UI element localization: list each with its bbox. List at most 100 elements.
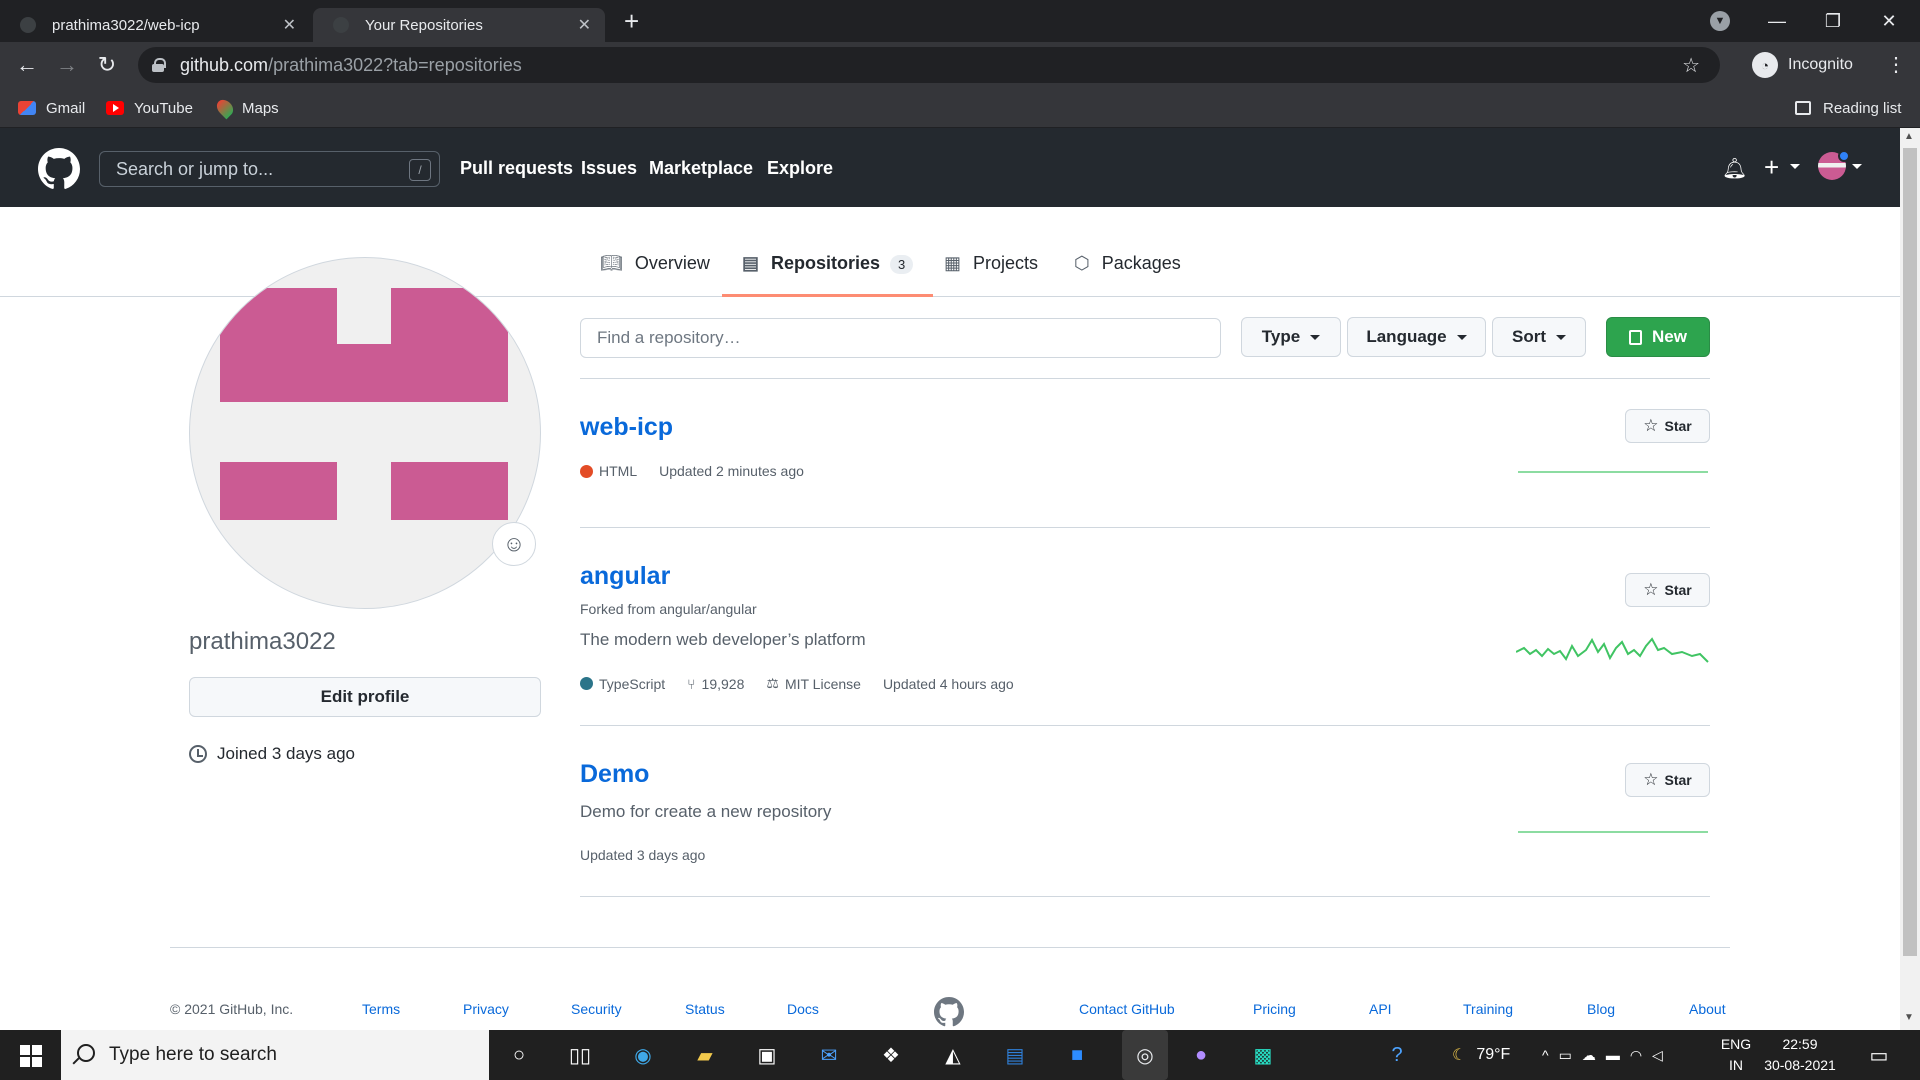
tab-projects[interactable]: ▦ Projects	[944, 253, 1038, 297]
tab-search-icon[interactable]: ▼	[1710, 11, 1730, 31]
footer-link-privacy[interactable]: Privacy	[463, 1001, 509, 1017]
star-button[interactable]: ☆ Star	[1625, 409, 1710, 443]
find-repository-input[interactable]	[580, 318, 1221, 358]
tab-overview[interactable]: 📖︎ Overview	[600, 253, 710, 297]
mail-icon[interactable]: ✉	[812, 1038, 846, 1072]
help-icon[interactable]: ?	[1380, 1038, 1414, 1072]
clock-time: 22:59	[1782, 1036, 1818, 1052]
battery-icon[interactable]: ▬	[1606, 1047, 1630, 1063]
license-label: MIT License	[784, 675, 861, 692]
windows-start-icon[interactable]	[20, 1045, 42, 1067]
outlook-icon[interactable]: ▤	[998, 1038, 1032, 1072]
meet-icon[interactable]: ▭	[1559, 1047, 1582, 1064]
minimize-icon[interactable]: —	[1750, 0, 1804, 42]
bookmark-youtube[interactable]: YouTube	[106, 96, 193, 120]
webstorm-icon[interactable]: ▩	[1246, 1038, 1280, 1072]
star-label: Star	[1664, 772, 1692, 788]
divider	[580, 896, 1710, 897]
close-window-icon[interactable]: ✕	[1862, 0, 1916, 42]
cortana-icon[interactable]: ○	[502, 1038, 536, 1072]
footer-link-security[interactable]: Security	[571, 1001, 622, 1017]
scrollbar-thumb[interactable]	[1903, 148, 1917, 956]
repo-name-link[interactable]: Demo	[580, 760, 649, 789]
repo-name-link[interactable]: web-icp	[580, 413, 673, 442]
github-desktop-icon[interactable]: ●	[1184, 1038, 1218, 1072]
reading-list-button[interactable]: Reading list	[1795, 96, 1901, 120]
task-view-icon[interactable]: ▯▯	[563, 1038, 597, 1072]
notifications-bell-icon[interactable]: 🔔︎	[1722, 156, 1747, 181]
file-explorer-icon[interactable]: ▰	[688, 1038, 722, 1072]
notifications-icon[interactable]: ▭	[1862, 1038, 1896, 1072]
footer-link-status[interactable]: Status	[685, 1001, 725, 1017]
profile-avatar[interactable]	[189, 257, 541, 609]
clock-icon	[189, 745, 207, 763]
nav-issues[interactable]: Issues	[581, 158, 637, 179]
forward-icon[interactable]: →	[53, 51, 81, 79]
github-logo-icon[interactable]	[934, 997, 964, 1027]
bookmark-maps[interactable]: Maps	[213, 96, 279, 120]
repo-forks[interactable]: ⑂ 19,928	[687, 676, 744, 692]
address-bar[interactable]: github.com/prathima3022?tab=repositories…	[138, 47, 1720, 83]
tab-packages[interactable]: ⬡ Packages	[1074, 253, 1181, 297]
scroll-down-arrow-icon[interactable]: ▼	[1904, 1012, 1914, 1023]
sort-filter-dropdown[interactable]: Sort	[1492, 317, 1586, 357]
footer-link-terms[interactable]: Terms	[362, 1001, 400, 1017]
filter-label: Language	[1366, 327, 1447, 346]
taskbar-clock[interactable]: 22:59 30-08-2021	[1760, 1034, 1840, 1076]
browser-tab-web-icp[interactable]: prathima3022/web-icp ✕	[0, 8, 310, 42]
browser-tab-your-repositories[interactable]: Your Repositories ✕	[313, 8, 605, 42]
new-tab-button[interactable]: +	[624, 8, 639, 34]
footer-link-about[interactable]: About	[1689, 1001, 1726, 1017]
scroll-up-arrow-icon[interactable]: ▲	[1904, 131, 1914, 142]
create-new-icon[interactable]: +	[1764, 152, 1779, 183]
footer-link-docs[interactable]: Docs	[787, 1001, 819, 1017]
type-filter-dropdown[interactable]: Type	[1241, 317, 1341, 357]
close-tab-icon[interactable]: ✕	[283, 15, 296, 35]
zoom-icon[interactable]: ■	[1060, 1038, 1094, 1072]
github-search-input[interactable]: Search or jump to... /	[99, 151, 440, 187]
back-icon[interactable]: ←	[13, 51, 41, 79]
star-button[interactable]: ☆ Star	[1625, 763, 1710, 797]
wifi-icon[interactable]: ◠	[1630, 1047, 1652, 1064]
browser-menu-icon[interactable]: ⋮	[1886, 52, 1906, 77]
bookmark-star-icon[interactable]: ☆	[1682, 53, 1700, 78]
volume-icon[interactable]: ◁	[1652, 1047, 1673, 1064]
chrome-icon[interactable]: ◎	[1122, 1030, 1168, 1080]
store-icon[interactable]: ▣	[750, 1038, 784, 1072]
star-button[interactable]: ☆ Star	[1625, 573, 1710, 607]
footer-link-api[interactable]: API	[1369, 1001, 1392, 1017]
footer-link-training[interactable]: Training	[1463, 1001, 1513, 1017]
github-logo-icon[interactable]	[38, 148, 80, 190]
restore-icon[interactable]: ❐	[1806, 0, 1860, 42]
nav-marketplace[interactable]: Marketplace	[649, 158, 753, 179]
maps-icon	[213, 96, 237, 120]
repo-icon	[1629, 329, 1643, 345]
repo-name-link[interactable]: angular	[580, 562, 670, 591]
incognito-profile-button[interactable]: ◔ Incognito	[1752, 50, 1853, 80]
app-icon[interactable]: ◭	[936, 1038, 970, 1072]
new-repository-button[interactable]: New	[1606, 317, 1710, 357]
footer-link-pricing[interactable]: Pricing	[1253, 1001, 1296, 1017]
weather-widget[interactable]: ☾ 79°F	[1452, 1030, 1510, 1080]
dropbox-icon[interactable]: ❖	[874, 1038, 908, 1072]
close-tab-icon[interactable]: ✕	[578, 15, 591, 35]
repo-forked-from: Forked from angular/angular	[580, 601, 757, 617]
tab-repositories[interactable]: ▤ Repositories 3	[722, 253, 934, 297]
nav-pull-requests[interactable]: Pull requests	[460, 158, 573, 179]
nav-explore[interactable]: Explore	[767, 158, 833, 179]
bookmark-gmail[interactable]: Gmail	[18, 96, 85, 120]
lock-icon[interactable]	[152, 58, 166, 72]
language-filter-dropdown[interactable]: Language	[1347, 317, 1486, 357]
set-status-smiley-icon[interactable]: ☺	[492, 522, 536, 566]
system-tray-icons[interactable]: ^ ▭ ☁ ▬ ◠ ◁	[1542, 1030, 1673, 1080]
footer-link-contact[interactable]: Contact GitHub	[1079, 1001, 1175, 1017]
taskbar-search-box[interactable]: Type here to search	[61, 1030, 489, 1080]
edit-profile-button[interactable]: Edit profile	[189, 677, 541, 717]
tab-label: Packages	[1101, 253, 1181, 273]
footer-link-blog[interactable]: Blog	[1587, 1001, 1615, 1017]
edge-icon[interactable]: ◉	[626, 1038, 660, 1072]
reload-icon[interactable]: ↻	[93, 51, 121, 79]
onedrive-cloud-icon[interactable]: ☁	[1582, 1047, 1606, 1064]
chevron-up-icon[interactable]: ^	[1542, 1047, 1559, 1063]
input-language[interactable]: ENG IN	[1716, 1034, 1756, 1076]
